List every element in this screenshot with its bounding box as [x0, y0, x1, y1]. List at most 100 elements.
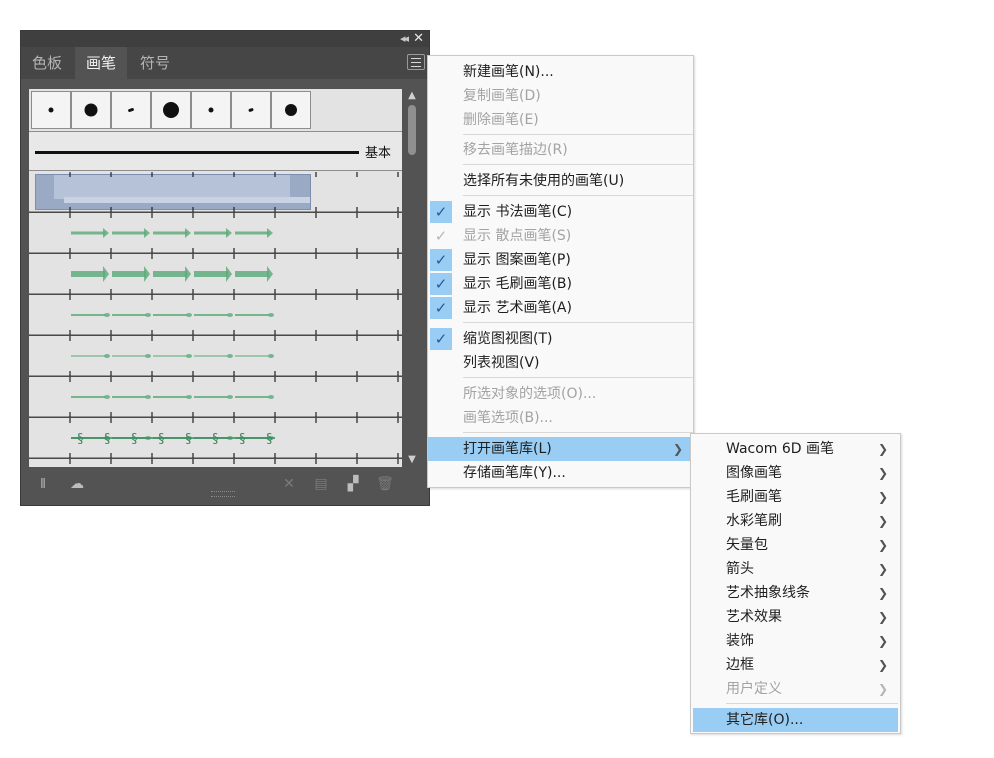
menu-separator	[463, 164, 693, 165]
submenu-image-brushes[interactable]: 图像画笔 ❯	[691, 461, 900, 485]
menu-show-art[interactable]: ✓ 显示 艺术画笔(A)	[428, 296, 693, 320]
menu-separator	[463, 134, 693, 135]
close-panel-icon[interactable]: ✕	[413, 31, 424, 46]
submenu-wacom-6d[interactable]: Wacom 6D 画笔 ❯	[691, 437, 900, 461]
menu-brush-options[interactable]: 画笔选项(B)...	[428, 406, 693, 430]
tab-brushes[interactable]: 画笔	[75, 47, 127, 79]
brush-row[interactable]	[29, 459, 402, 467]
basic-brush-row[interactable]: 基本	[29, 131, 402, 171]
menu-show-calligraphic[interactable]: ✓ 显示 书法画笔(C)	[428, 200, 693, 224]
submenu-borders[interactable]: 边框 ❯	[691, 653, 900, 677]
menu-selected-object-options[interactable]: 所选对象的选项(O)...	[428, 382, 693, 406]
brush-thumb[interactable]	[71, 91, 111, 129]
panel-tabbar: 色板 画笔 符号	[21, 47, 429, 79]
brush-thumb[interactable]	[111, 91, 151, 129]
brushes-panel-menu: 新建画笔(N)... 复制画笔(D) 删除画笔(E) 移去画笔描边(R) 选择所…	[427, 55, 694, 488]
chevron-right-icon: ❯	[672, 442, 683, 456]
brush-library-submenu: Wacom 6D 画笔 ❯ 图像画笔 ❯ 毛刷画笔 ❯ 水彩笔刷 ❯ 矢量包 ❯ 箭头 ❯ …	[690, 433, 901, 734]
svg-text:§: §	[131, 432, 138, 447]
svg-text:§: §	[104, 432, 111, 447]
brush-thumb[interactable]	[151, 91, 191, 129]
menu-list-view[interactable]: 列表视图(V)	[428, 351, 693, 375]
scroll-down-icon[interactable]: ▼	[404, 453, 420, 467]
menu-select-all-unused[interactable]: 选择所有未使用的画笔(U)	[428, 169, 693, 193]
svg-text:§: §	[239, 432, 246, 447]
menu-new-brush[interactable]: 新建画笔(N)...	[428, 60, 693, 84]
brush-row[interactable]	[29, 172, 402, 213]
menu-delete-brush[interactable]: 删除画笔(E)	[428, 108, 693, 132]
submenu-other-library[interactable]: 其它库(O)...	[693, 708, 898, 732]
brush-preview	[29, 172, 402, 212]
brush-list: 基本 § § § § § § § §	[29, 89, 402, 467]
brush-thumb[interactable]	[271, 91, 311, 129]
collapse-panel-icon[interactable]: ◂◂	[400, 32, 409, 46]
menu-show-pattern[interactable]: ✓ 显示 图案画笔(P)	[428, 248, 693, 272]
submenu-user-defined[interactable]: 用户定义 ❯	[691, 677, 900, 701]
brush-preview	[29, 254, 402, 294]
brush-preview	[29, 213, 402, 253]
basic-brush-stroke	[35, 151, 359, 154]
brush-thumb[interactable]	[231, 91, 271, 129]
brush-row[interactable]	[29, 377, 402, 418]
chevron-right-icon: ❯	[877, 490, 888, 504]
chevron-right-icon: ❯	[877, 514, 888, 528]
tab-symbols[interactable]: 符号	[129, 47, 181, 79]
menu-separator	[463, 195, 693, 196]
brush-libraries-icon[interactable]: 𝍪	[33, 475, 53, 493]
checkmark-icon: ✓	[434, 227, 448, 245]
panel-menu-button[interactable]	[407, 54, 425, 70]
svg-text:§: §	[77, 432, 84, 447]
brush-preview	[69, 459, 399, 464]
chevron-right-icon: ❯	[877, 682, 888, 696]
cc-libraries-icon[interactable]: ☁	[67, 475, 87, 493]
brush-row[interactable]	[29, 336, 402, 377]
submenu-watercolor[interactable]: 水彩笔刷 ❯	[691, 509, 900, 533]
chevron-right-icon: ❯	[877, 586, 888, 600]
remove-stroke-icon[interactable]: ✕	[279, 475, 299, 493]
brush-row[interactable]	[29, 213, 402, 254]
chevron-right-icon: ❯	[877, 538, 888, 552]
submenu-vector-packs[interactable]: 矢量包 ❯	[691, 533, 900, 557]
submenu-separator	[726, 703, 898, 704]
brush-list-scrollbar[interactable]: ▲ ▼	[404, 89, 420, 467]
brush-preview	[29, 377, 402, 417]
menu-remove-brush-stroke[interactable]: 移去画笔描边(R)	[428, 138, 693, 162]
brush-preview: § § § § § § § §	[29, 418, 402, 458]
menu-show-scatter[interactable]: ✓ 显示 散点画笔(S)	[428, 224, 693, 248]
checkmark-icon: ✓	[430, 273, 452, 295]
svg-text:§: §	[266, 432, 273, 447]
brush-row[interactable]	[29, 295, 402, 336]
scroll-up-icon[interactable]: ▲	[404, 89, 420, 103]
checkmark-icon: ✓	[430, 201, 452, 223]
menu-duplicate-brush[interactable]: 复制画笔(D)	[428, 84, 693, 108]
submenu-decorative[interactable]: 装饰 ❯	[691, 629, 900, 653]
menu-thumbnail-view[interactable]: ✓ 缩览图视图(T)	[428, 327, 693, 351]
menu-show-bristle[interactable]: ✓ 显示 毛刷画笔(B)	[428, 272, 693, 296]
brush-thumb[interactable]	[31, 91, 71, 129]
options-icon[interactable]: ▤	[311, 475, 331, 493]
menu-separator	[463, 377, 693, 378]
submenu-artistic-effects[interactable]: 艺术效果 ❯	[691, 605, 900, 629]
svg-text:§: §	[158, 432, 165, 447]
panel-toolbar: 𝍪 ☁ ✕ ▤ ▞ 🗑	[21, 469, 429, 499]
brush-row[interactable]: § § § § § § § §	[29, 418, 402, 459]
menu-separator	[463, 322, 693, 323]
submenu-bristle-brushes[interactable]: 毛刷画笔 ❯	[691, 485, 900, 509]
menu-save-brush-library[interactable]: 存储画笔库(Y)...	[428, 461, 693, 485]
resize-grip[interactable]	[211, 491, 235, 497]
brush-row[interactable]	[29, 254, 402, 295]
menu-open-brush-library[interactable]: 打开画笔库(L) ❯	[428, 437, 693, 461]
delete-brush-icon[interactable]: 🗑	[375, 475, 395, 493]
submenu-artistic-abstract-lines[interactable]: 艺术抽象线条 ❯	[691, 581, 900, 605]
checkmark-icon: ✓	[430, 297, 452, 319]
brush-thumb[interactable]	[191, 91, 231, 129]
submenu-arrows[interactable]: 箭头 ❯	[691, 557, 900, 581]
new-brush-icon[interactable]: ▞	[343, 475, 363, 493]
chevron-right-icon: ❯	[877, 658, 888, 672]
chevron-right-icon: ❯	[877, 466, 888, 480]
svg-text:§: §	[185, 432, 192, 447]
brush-preview	[29, 336, 402, 376]
scroll-thumb[interactable]	[408, 105, 416, 155]
panel-titlebar[interactable]: ◂◂ ✕	[21, 31, 429, 47]
tab-swatches[interactable]: 色板	[21, 47, 73, 79]
